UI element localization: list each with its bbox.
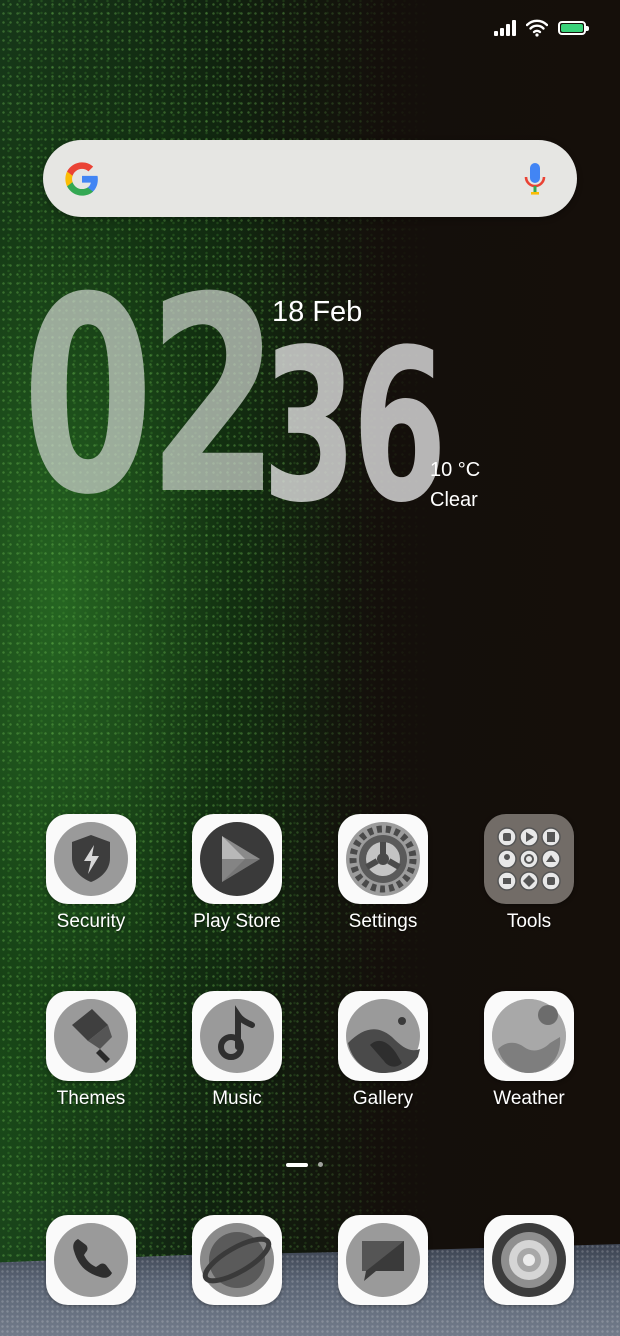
page-dot xyxy=(318,1162,323,1167)
signal-icon xyxy=(494,20,516,36)
app-label: Tools xyxy=(506,911,552,932)
app-settings[interactable]: Settings xyxy=(310,814,456,933)
dock-phone[interactable] xyxy=(18,1215,164,1305)
browser-icon xyxy=(192,1215,282,1305)
weather-info[interactable]: 10 °C Clear xyxy=(430,455,480,515)
phone-icon xyxy=(46,1215,136,1305)
music-note-icon xyxy=(192,991,282,1081)
messages-icon xyxy=(338,1215,428,1305)
clock-minute[interactable]: 36 xyxy=(262,322,447,532)
page-indicator[interactable] xyxy=(286,1162,323,1167)
google-search-bar[interactable] xyxy=(43,140,577,217)
app-themes[interactable]: Themes xyxy=(18,991,164,1110)
app-folder-tools[interactable]: Tools xyxy=(456,814,602,933)
app-label: Play Store xyxy=(193,911,281,932)
dock-browser[interactable] xyxy=(164,1215,310,1305)
app-security[interactable]: Security xyxy=(18,814,164,933)
gear-icon xyxy=(338,814,428,904)
shield-lightning-icon xyxy=(46,814,136,904)
app-gallery[interactable]: Gallery xyxy=(310,991,456,1110)
app-label: Gallery xyxy=(352,1088,414,1109)
app-label: Music xyxy=(212,1088,262,1109)
app-play-store[interactable]: Play Store xyxy=(164,814,310,933)
temperature-label: 10 °C xyxy=(430,459,481,481)
gallery-icon xyxy=(338,991,428,1081)
dock-camera[interactable] xyxy=(456,1215,602,1305)
dock-messages[interactable] xyxy=(310,1215,456,1305)
paint-brush-icon xyxy=(46,991,136,1081)
app-music[interactable]: Music xyxy=(164,991,310,1110)
folder-icon xyxy=(484,814,574,904)
app-label: Security xyxy=(56,911,126,932)
app-label: Themes xyxy=(56,1088,126,1109)
app-label: Settings xyxy=(348,911,418,932)
microphone-icon[interactable] xyxy=(523,162,547,196)
weather-icon xyxy=(484,991,574,1081)
weather-condition-label: Clear xyxy=(430,489,478,511)
google-logo-icon xyxy=(65,162,98,196)
app-label: Weather xyxy=(493,1088,565,1109)
battery-icon xyxy=(558,21,589,35)
play-store-icon xyxy=(192,814,282,904)
page-dot-active xyxy=(286,1162,308,1167)
wifi-icon xyxy=(526,19,548,37)
camera-icon xyxy=(484,1215,574,1305)
app-weather[interactable]: Weather xyxy=(456,991,602,1110)
clock-hour[interactable]: 02 xyxy=(22,262,279,532)
status-bar xyxy=(494,16,589,40)
